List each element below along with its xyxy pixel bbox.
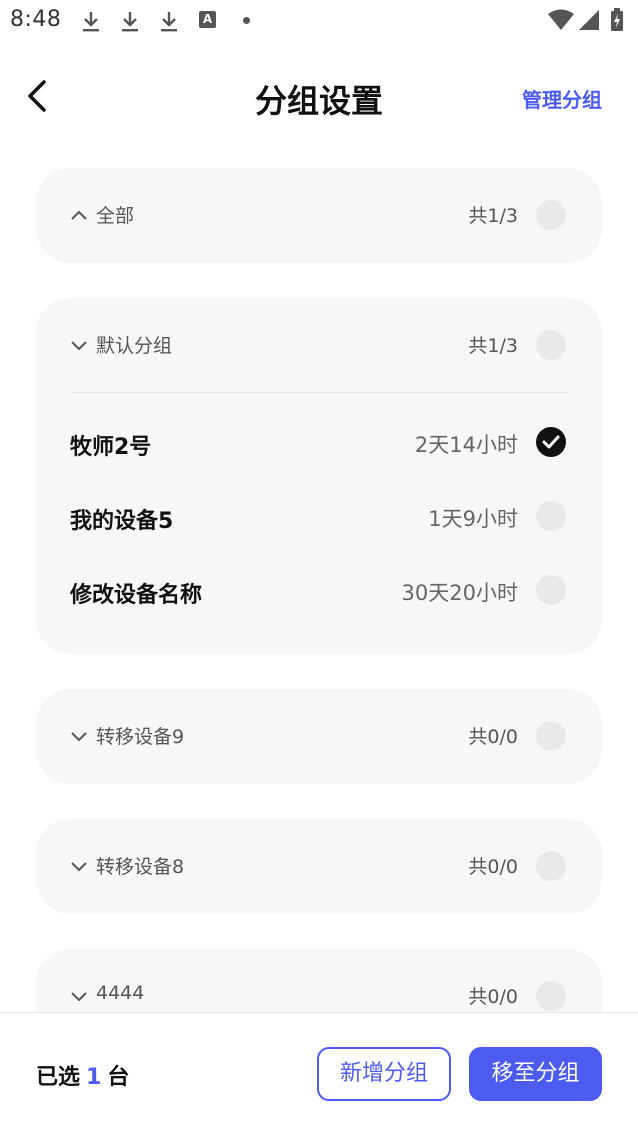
chevron-up-icon — [71, 210, 87, 220]
group-header[interactable]: 转移设备8 共0/0 — [36, 819, 602, 913]
group-count: 共0/0 — [468, 726, 518, 748]
bottom-action-bar: 已选 1 台 新增分组 移至分组 — [0, 1012, 638, 1134]
group-select-checkbox[interactable] — [536, 851, 566, 881]
selected-count: 1 — [86, 1065, 102, 1090]
group-name: 转移设备9 — [96, 726, 185, 748]
chevron-down-icon — [71, 862, 87, 872]
selected-prefix: 已选 — [36, 1065, 81, 1090]
chevron-down-icon — [71, 341, 87, 351]
manage-groups-button[interactable]: 管理分组 — [522, 84, 602, 113]
device-select-checkbox[interactable] — [536, 575, 566, 605]
device-time: 2天14小时 — [414, 433, 518, 457]
check-icon — [542, 435, 560, 449]
group-select-checkbox[interactable] — [536, 721, 566, 751]
device-name: 我的设备5 — [70, 509, 174, 534]
group-count: 共0/0 — [468, 856, 518, 878]
status-bar: 8:48 A — [0, 0, 638, 42]
group-card: 默认分组 共1/3 牧师2号 2天14小时 我的设备5 1天9小时 修改设备名称… — [36, 298, 602, 654]
device-row[interactable]: 牧师2号 2天14小时 — [36, 405, 602, 479]
move-to-group-button[interactable]: 移至分组 — [469, 1047, 602, 1101]
group-select-checkbox[interactable] — [536, 200, 566, 230]
group-select-checkbox[interactable] — [536, 330, 566, 360]
device-row[interactable]: 我的设备5 1天9小时 — [36, 479, 602, 553]
group-header[interactable]: 转移设备9 共0/0 — [36, 689, 602, 783]
group-card: 转移设备8 共0/0 — [36, 819, 602, 914]
device-select-checkbox[interactable] — [536, 501, 566, 531]
group-name: 转移设备8 — [96, 856, 185, 878]
group-name: 默认分组 — [96, 335, 173, 357]
new-group-button[interactable]: 新增分组 — [317, 1047, 451, 1101]
app-badge-icon: A — [199, 11, 216, 28]
device-time: 1天9小时 — [428, 507, 518, 531]
group-header[interactable]: 默认分组 共1/3 — [36, 298, 602, 392]
group-count: 共1/3 — [468, 335, 518, 357]
download-icon — [119, 9, 141, 33]
chevron-down-icon — [71, 992, 87, 1002]
group-card: 全部 共1/3 — [36, 168, 602, 263]
battery-icon — [611, 8, 623, 31]
device-row[interactable]: 修改设备名称 30天20小时 — [36, 553, 602, 627]
signal-icon — [579, 10, 599, 30]
wifi-icon — [548, 9, 574, 30]
selected-summary: 已选 1 台 — [36, 1059, 129, 1091]
group-name: 全部 — [96, 205, 135, 227]
device-select-checkbox[interactable] — [536, 427, 566, 457]
device-time: 30天20小时 — [401, 581, 518, 605]
header: 分组设置 管理分组 — [0, 52, 638, 142]
device-name: 牧师2号 — [70, 435, 152, 460]
selected-suffix: 台 — [107, 1065, 130, 1090]
chevron-down-icon — [71, 732, 87, 742]
group-card: 转移设备9 共0/0 — [36, 689, 602, 784]
group-count: 共1/3 — [468, 205, 518, 227]
group-select-checkbox[interactable] — [536, 981, 566, 1011]
download-icon — [158, 9, 180, 33]
download-icon — [80, 9, 102, 33]
group-name: 4444 — [96, 982, 145, 1004]
group-count: 共0/0 — [468, 986, 518, 1008]
device-name: 修改设备名称 — [70, 583, 203, 608]
dot-icon — [243, 17, 250, 24]
group-header[interactable]: 全部 共1/3 — [36, 168, 602, 262]
status-time: 8:48 — [10, 7, 62, 32]
